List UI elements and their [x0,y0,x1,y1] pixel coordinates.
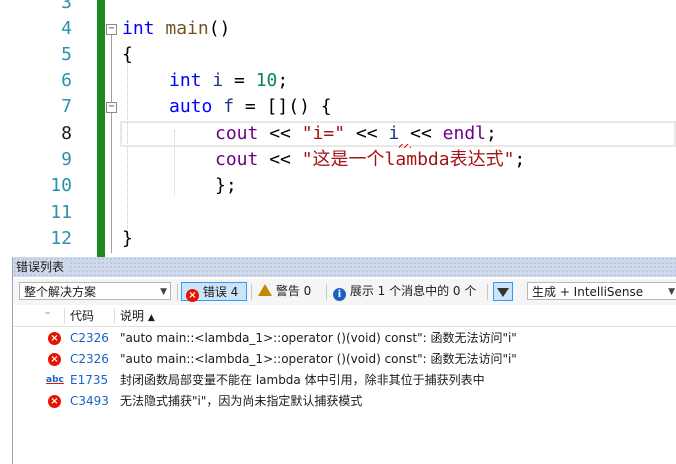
chevron-down-icon: ▼ [668,287,675,297]
info-icon: i [333,288,346,301]
toolbar-divider [487,284,488,300]
errors-filter-button[interactable]: × 错误 4 [181,282,247,302]
line-number: 10 [50,175,72,196]
error-row[interactable]: × C2326 "auto main::<lambda_1>::operator… [13,349,676,370]
error-icon: × [48,332,61,345]
code-editor[interactable]: − − 3 4 int main() 5 { 6 int i = 10; 7 a… [0,0,676,257]
code-line: 6 int i = 10; [0,68,676,94]
sort-icon[interactable]: ⁼ [45,306,50,326]
error-list-panel: 错误列表 整个解决方案 ▼ × 错误 4 警告 0 i 展示 1 个消息中的 0… [12,257,676,464]
scope-dropdown[interactable]: 整个解决方案 ▼ [19,282,171,300]
toolbar-divider [251,284,252,300]
column-divider [114,308,115,324]
error-icon: × [186,289,199,302]
code-line: 9 cout << "这是一个lambda表达式"; [0,147,676,173]
warning-icon [258,284,272,296]
code-text: int i = 10; [169,70,289,91]
source-dropdown[interactable]: 生成 + IntelliSense ▼ [527,282,676,300]
line-number: 7 [61,96,72,117]
error-list-title: 错误列表 [16,260,71,274]
error-list-title-bar[interactable]: 错误列表 [13,257,676,277]
line-number: 11 [50,202,72,223]
code-text: cout << "i=" << i << endl; [215,123,497,144]
error-list-header: ⁼ 代码 说明 ▲ [13,306,676,327]
messages-filter-label: 展示 1 个消息中的 0 个 [349,284,477,298]
code-text: } [122,228,133,249]
column-divider [64,308,65,324]
code-line: 12 } [0,226,676,252]
line-number: 8 [61,123,72,144]
code-text: cout << "这是一个lambda表达式"; [215,149,526,170]
error-row[interactable]: abc E1735 封闭函数局部变量不能在 lambda 体中引用，除非其位于捕… [13,370,676,391]
toolbar-divider [177,284,178,300]
code-line: 11 [0,200,676,226]
column-header-code[interactable]: 代码 [70,306,94,326]
filter-toggle-button[interactable] [493,282,513,301]
filter-icon [497,288,509,297]
column-header-description[interactable]: 说明 ▲ [120,306,155,328]
error-description: "auto main::<lambda_1>::operator ()(void… [120,352,517,366]
source-value: 生成 + IntelliSense [532,285,644,299]
code-line: 4 int main() [0,16,676,42]
code-text: }; [215,175,237,196]
scope-value: 整个解决方案 [24,285,97,299]
line-number: 9 [61,149,72,170]
line-number: 4 [61,18,72,39]
line-number: 6 [61,70,72,91]
error-icon: × [48,353,61,366]
code-text: auto f = []() { [169,96,332,117]
error-code-link[interactable]: C2326 [70,349,109,370]
error-icon: × [48,395,61,408]
chevron-down-icon: ▼ [160,287,167,297]
sort-ascending-icon: ▲ [147,313,155,323]
error-row[interactable]: × C2326 "auto main::<lambda_1>::operator… [13,328,676,349]
messages-filter-button[interactable]: i 展示 1 个消息中的 0 个 [333,282,485,301]
error-description: 封闭函数局部变量不能在 lambda 体中引用，除非其位于捕获列表中 [120,373,485,387]
code-line: 10 }; [0,173,676,199]
line-number: 3 [61,0,72,13]
code-line: 7 auto f = []() { [0,94,676,120]
error-description: "auto main::<lambda_1>::operator ()(void… [120,331,517,345]
code-line-current: 8 cout << "i=" << i << endl; [0,121,676,147]
error-code-link[interactable]: E1735 [70,370,108,391]
toolbar-divider [326,284,327,300]
error-list-toolbar: 整个解决方案 ▼ × 错误 4 警告 0 i 展示 1 个消息中的 0 个 生成… [13,279,676,305]
warnings-filter-button[interactable]: 警告 0 [258,282,322,301]
code-text: { [122,44,133,65]
code-line: 5 { [0,42,676,68]
warnings-filter-label: 警告 0 [275,284,312,298]
error-description: 无法隐式捕获"i"，因为尚未指定默认捕获模式 [120,394,363,408]
error-row[interactable]: × C3493 无法隐式捕获"i"，因为尚未指定默认捕获模式 [13,391,676,412]
code-line: 3 [0,0,676,16]
line-number: 12 [50,228,72,249]
code-text: int main() [122,18,231,39]
intellisense-error-icon: abc [46,375,64,385]
line-number: 5 [61,44,72,65]
error-code-link[interactable]: C3493 [70,391,109,412]
error-code-link[interactable]: C2326 [70,328,109,349]
errors-filter-label: 错误 4 [202,285,239,299]
error-list-rows: × C2326 "auto main::<lambda_1>::operator… [13,328,676,412]
